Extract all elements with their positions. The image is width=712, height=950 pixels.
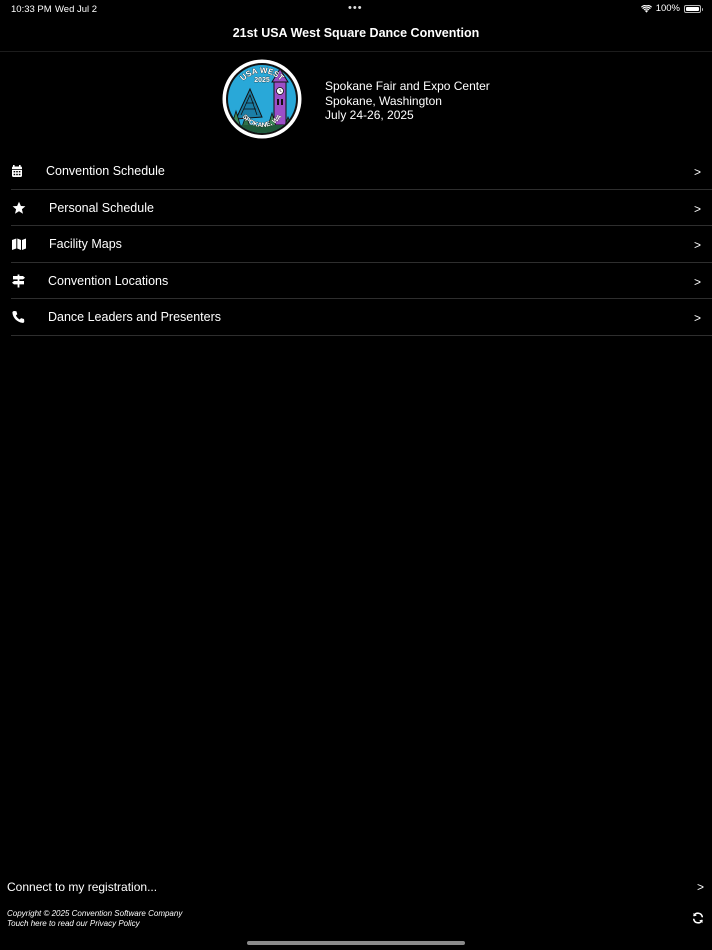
connect-registration-label: Connect to my registration... <box>7 880 158 894</box>
multitasking-dots-icon[interactable]: ••• <box>348 2 363 14</box>
home-indicator[interactable] <box>247 941 465 945</box>
chevron-right-icon: > <box>693 165 701 179</box>
connect-registration-row[interactable]: Connect to my registration... > <box>0 880 712 896</box>
event-venue: Spokane Fair and Expo Center <box>325 79 490 93</box>
logo-year: 2025 <box>254 77 270 84</box>
map-icon <box>11 237 27 251</box>
signpost-icon <box>11 274 27 288</box>
refresh-icon[interactable] <box>692 911 704 924</box>
menu-item-label: Dance Leaders and Presenters <box>48 310 222 324</box>
menu-item-facility-maps[interactable]: Facility Maps > <box>11 226 712 263</box>
status-right: 100% <box>640 3 703 14</box>
chevron-right-icon: > <box>693 238 701 252</box>
privacy-policy-link[interactable]: Touch here to read our Privacy Policy <box>7 919 182 929</box>
menu-item-dance-leaders[interactable]: Dance Leaders and Presenters > <box>11 299 712 336</box>
battery-icon <box>684 4 703 13</box>
status-date: Wed Jul 2 <box>55 4 98 15</box>
menu-item-personal-schedule[interactable]: Personal Schedule > <box>11 190 712 226</box>
page-title: 21st USA West Square Dance Convention <box>232 26 480 40</box>
convention-logo: USA WEST 2025 SPOKANE, WA <box>222 59 302 139</box>
menu-item-label: Facility Maps <box>49 237 122 251</box>
battery-percent: 100% <box>655 3 680 14</box>
menu-item-label: Personal Schedule <box>49 200 154 215</box>
wifi-icon <box>640 4 652 13</box>
main-menu: Convention Schedule > Personal Schedule … <box>11 153 712 336</box>
star-icon <box>11 201 27 215</box>
status-bar: 10:33 PM Wed Jul 2 ••• 100% <box>0 0 712 18</box>
chevron-right-icon: > <box>693 201 701 216</box>
calendar-icon <box>11 164 27 178</box>
event-info: Spokane Fair and Expo Center Spokane, Wa… <box>325 79 490 123</box>
event-dates: July 24-26, 2025 <box>325 108 414 122</box>
footer[interactable]: Copyright © 2025 Convention Software Com… <box>7 909 182 929</box>
menu-item-convention-locations[interactable]: Convention Locations > <box>11 263 712 299</box>
status-time: 10:33 PM <box>11 4 52 15</box>
chevron-right-icon: > <box>693 274 701 289</box>
menu-item-label: Convention Schedule <box>46 164 165 178</box>
chevron-right-icon: > <box>693 311 701 325</box>
menu-item-label: Convention Locations <box>48 273 169 288</box>
header-divider <box>0 51 712 52</box>
event-city: Spokane, Washington <box>325 93 442 108</box>
phone-icon <box>11 310 27 324</box>
menu-item-convention-schedule[interactable]: Convention Schedule > <box>11 153 712 190</box>
chevron-right-icon: > <box>696 880 704 894</box>
copyright-text: Copyright © 2025 Convention Software Com… <box>7 909 183 918</box>
